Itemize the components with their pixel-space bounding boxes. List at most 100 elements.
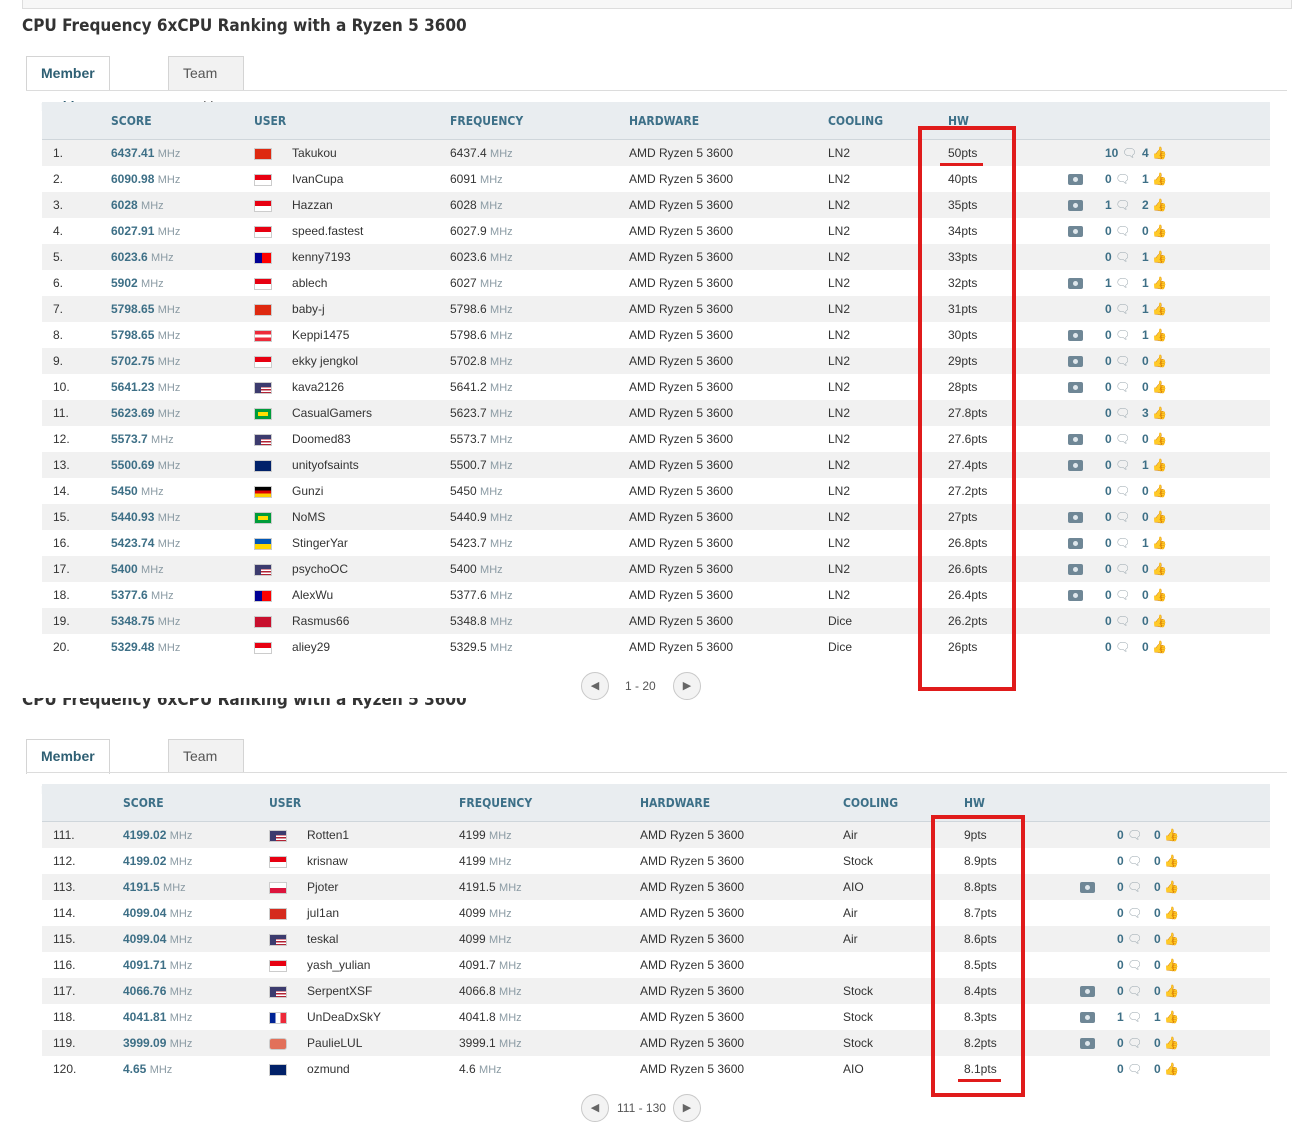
user-cell[interactable]: baby-j <box>254 296 450 322</box>
camera-icon[interactable] <box>1068 382 1083 394</box>
user-link[interactable]: ablech <box>292 276 327 290</box>
user-cell[interactable]: aliey29 <box>254 634 450 660</box>
comments-cell[interactable]: 0 🗨 <box>1117 952 1154 978</box>
comment-icon[interactable]: 🗨 <box>1115 380 1130 394</box>
hardware-cell[interactable]: AMD Ryzen 5 3600 <box>629 374 828 400</box>
thumbs-up-icon[interactable]: 👍 <box>1152 640 1167 654</box>
user-link[interactable]: ekky jengkol <box>292 354 358 368</box>
camera-icon[interactable] <box>1068 564 1083 576</box>
user-cell[interactable]: Doomed83 <box>254 426 450 452</box>
score-header[interactable]: SCORE <box>123 784 269 822</box>
likes-cell[interactable]: 0 👍 <box>1154 900 1191 926</box>
thumbs-up-icon[interactable]: 👍 <box>1164 1062 1179 1076</box>
comment-icon[interactable]: 🗨 <box>1127 906 1142 920</box>
user-header[interactable]: USER <box>254 102 450 140</box>
score-header[interactable]: SCORE <box>111 102 254 140</box>
hardware-cell[interactable]: AMD Ryzen 5 3600 <box>629 296 828 322</box>
thumbs-up-icon[interactable]: 👍 <box>1164 932 1179 946</box>
user-cell[interactable]: Takukou <box>254 139 450 166</box>
thumbs-up-icon[interactable]: 👍 <box>1164 828 1179 842</box>
comment-icon[interactable]: 🗨 <box>1115 432 1130 446</box>
comment-icon[interactable]: 🗨 <box>1115 484 1130 498</box>
comment-icon[interactable]: 🗨 <box>1115 172 1130 186</box>
comments-cell[interactable]: 1 🗨 <box>1105 192 1142 218</box>
likes-cell[interactable]: 0 👍 <box>1142 556 1179 582</box>
thumbs-up-icon[interactable]: 👍 <box>1164 1010 1179 1024</box>
likes-cell[interactable]: 0 👍 <box>1154 978 1191 1004</box>
comment-icon[interactable]: 🗨 <box>1122 146 1137 160</box>
hardware-cell[interactable]: AMD Ryzen 5 3600 <box>640 978 843 1004</box>
thumbs-up-icon[interactable]: 👍 <box>1152 354 1167 368</box>
comments-cell[interactable]: 0 🗨 <box>1105 374 1142 400</box>
comments-cell[interactable]: 0 🗨 <box>1105 582 1142 608</box>
user-link[interactable]: unityofsaints <box>292 458 359 472</box>
comment-icon[interactable]: 🗨 <box>1115 198 1130 212</box>
comment-icon[interactable]: 🗨 <box>1115 406 1130 420</box>
comment-icon[interactable]: 🗨 <box>1115 562 1130 576</box>
comments-cell[interactable]: 0 🗨 <box>1117 848 1154 874</box>
comments-cell[interactable]: 0 🗨 <box>1105 504 1142 530</box>
likes-cell[interactable]: 0 👍 <box>1154 821 1191 848</box>
comment-icon[interactable]: 🗨 <box>1115 640 1130 654</box>
likes-cell[interactable]: 1 👍 <box>1142 322 1179 348</box>
user-cell[interactable]: psychoOC <box>254 556 450 582</box>
user-link[interactable]: IvanCupa <box>292 172 343 186</box>
likes-cell[interactable]: 0 👍 <box>1142 478 1179 504</box>
likes-cell[interactable]: 0 👍 <box>1142 608 1179 634</box>
next-page-button[interactable]: ▶ <box>673 672 701 700</box>
hardware-cell[interactable]: AMD Ryzen 5 3600 <box>629 634 828 660</box>
hardware-cell[interactable]: AMD Ryzen 5 3600 <box>629 452 828 478</box>
user-cell[interactable]: Pjoter <box>269 874 459 900</box>
user-cell[interactable]: IvanCupa <box>254 166 450 192</box>
comments-cell[interactable]: 1 🗨 <box>1105 270 1142 296</box>
likes-cell[interactable]: 1 👍 <box>1142 270 1179 296</box>
likes-cell[interactable]: 0 👍 <box>1142 504 1179 530</box>
comment-icon[interactable]: 🗨 <box>1115 354 1130 368</box>
camera-icon[interactable] <box>1080 1038 1095 1050</box>
user-cell[interactable]: unityofsaints <box>254 452 450 478</box>
thumbs-up-icon[interactable]: 👍 <box>1152 432 1167 446</box>
camera-icon[interactable] <box>1068 174 1083 186</box>
camera-icon[interactable] <box>1068 538 1083 550</box>
thumbs-up-icon[interactable]: 👍 <box>1152 562 1167 576</box>
camera-icon[interactable] <box>1080 1012 1095 1024</box>
likes-cell[interactable]: 1 👍 <box>1142 452 1179 478</box>
user-link[interactable]: krisnaw <box>307 854 348 868</box>
hardware-cell[interactable]: AMD Ryzen 5 3600 <box>629 608 828 634</box>
hardware-cell[interactable]: AMD Ryzen 5 3600 <box>629 218 828 244</box>
user-cell[interactable]: StingerYar <box>254 530 450 556</box>
user-cell[interactable]: Keppi1475 <box>254 322 450 348</box>
hardware-cell[interactable]: AMD Ryzen 5 3600 <box>629 348 828 374</box>
comment-icon[interactable]: 🗨 <box>1115 276 1130 290</box>
comments-cell[interactable]: 0 🗨 <box>1105 530 1142 556</box>
user-link[interactable]: kenny7193 <box>292 250 351 264</box>
thumbs-up-icon[interactable]: 👍 <box>1152 510 1167 524</box>
hardware-cell[interactable]: AMD Ryzen 5 3600 <box>629 530 828 556</box>
hardware-cell[interactable]: AMD Ryzen 5 3600 <box>640 848 843 874</box>
comments-cell[interactable]: 0 🗨 <box>1105 348 1142 374</box>
user-link[interactable]: Pjoter <box>307 880 338 894</box>
prev-page-button[interactable]: ◀ <box>581 1094 609 1122</box>
camera-icon[interactable] <box>1068 590 1083 602</box>
thumbs-up-icon[interactable]: 👍 <box>1164 984 1179 998</box>
comment-icon[interactable]: 🗨 <box>1115 302 1130 316</box>
comments-cell[interactable]: 0 🗨 <box>1105 400 1142 426</box>
user-link[interactable]: StingerYar <box>292 536 348 550</box>
camera-icon[interactable] <box>1068 200 1083 212</box>
comments-cell[interactable]: 0 🗨 <box>1117 821 1154 848</box>
user-cell[interactable]: ablech <box>254 270 450 296</box>
user-header[interactable]: USER <box>269 784 459 822</box>
thumbs-up-icon[interactable]: 👍 <box>1164 906 1179 920</box>
hardware-cell[interactable]: AMD Ryzen 5 3600 <box>629 400 828 426</box>
likes-cell[interactable]: 1 👍 <box>1142 244 1179 270</box>
user-link[interactable]: Rasmus66 <box>292 614 349 628</box>
comments-cell[interactable]: 0 🗨 <box>1105 452 1142 478</box>
user-link[interactable]: CasualGamers <box>292 406 372 420</box>
comments-cell[interactable]: 0 🗨 <box>1105 218 1142 244</box>
hardware-cell[interactable]: AMD Ryzen 5 3600 <box>640 926 843 952</box>
camera-icon[interactable] <box>1068 512 1083 524</box>
hardware-cell[interactable]: AMD Ryzen 5 3600 <box>629 244 828 270</box>
hardware-cell[interactable]: AMD Ryzen 5 3600 <box>640 821 843 848</box>
user-link[interactable]: psychoOC <box>292 562 348 576</box>
thumbs-up-icon[interactable]: 👍 <box>1164 880 1179 894</box>
